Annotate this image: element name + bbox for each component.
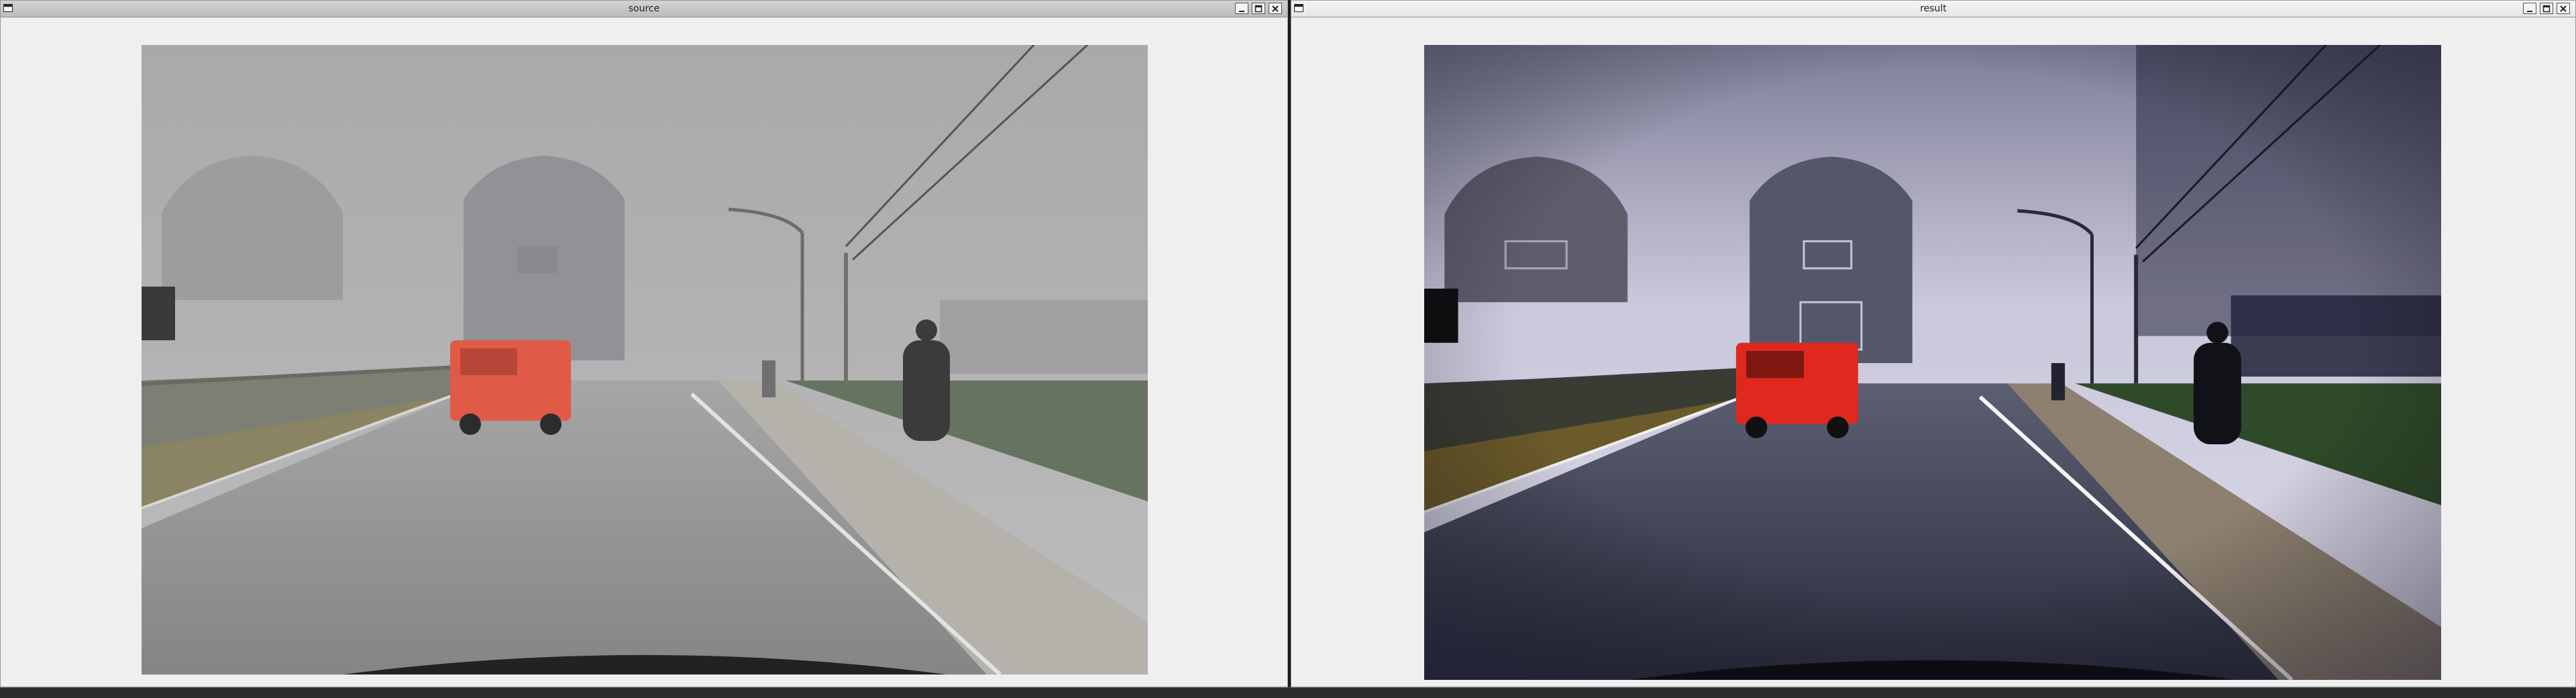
maximize-button[interactable] — [2540, 3, 2553, 14]
source-image — [142, 45, 1148, 675]
source-window[interactable]: source — [0, 0, 1288, 687]
minimize-icon — [1239, 10, 1244, 12]
maximize-icon — [1254, 5, 1263, 12]
maximize-icon — [2542, 5, 2551, 12]
minimize-icon — [2527, 10, 2532, 12]
close-icon — [1272, 5, 1279, 12]
source-window-title: source — [628, 3, 660, 14]
result-image — [1424, 45, 2441, 680]
close-button[interactable] — [2557, 3, 2570, 14]
source-titlebar[interactable]: source — [1, 1, 1287, 17]
close-button[interactable] — [1269, 3, 1282, 14]
result-window-title: result — [1920, 3, 1947, 14]
result-titlebar[interactable]: result — [1291, 1, 2575, 17]
maximize-button[interactable] — [1252, 3, 1265, 14]
minimize-button[interactable] — [1235, 3, 1248, 14]
close-icon — [2560, 5, 2567, 12]
result-window[interactable]: result — [1291, 0, 2576, 687]
minimize-button[interactable] — [2523, 3, 2536, 14]
taskbar — [0, 687, 2576, 698]
